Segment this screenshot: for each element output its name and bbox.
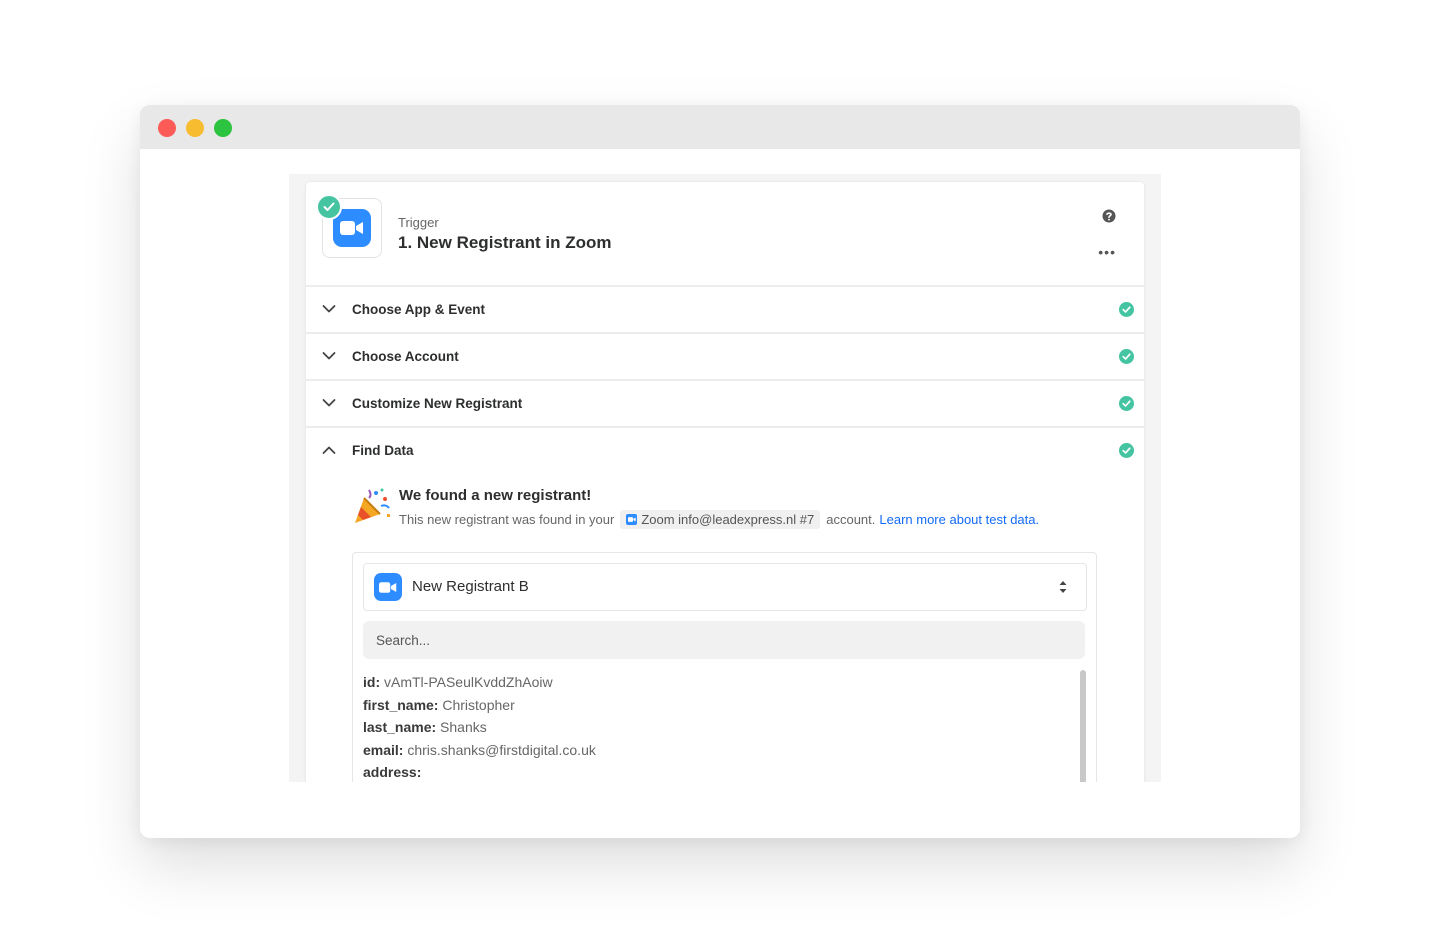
chevron-up-icon [322,446,336,454]
account-pill: Zoom info@leadexpress.nl #7 [620,510,821,529]
section-choose-account[interactable]: Choose Account [306,334,1144,381]
learn-more-link[interactable]: Learn more about test data. [879,512,1039,527]
section-complete-icon [1119,302,1134,317]
found-text-after: account. [826,512,876,527]
account-pill-label: Zoom info@leadexpress.nl #7 [641,512,815,527]
field-row: first_name: Christopher [363,696,515,713]
zoom-camera-icon [374,573,402,601]
close-window-button[interactable] [158,119,176,137]
minimize-window-button[interactable] [186,119,204,137]
test-data-panel: New Registrant B id: vAmTl-PASeulKvddZhA… [352,552,1097,782]
fields-scrollbar[interactable] [1080,670,1086,782]
section-complete-icon [1119,349,1134,364]
section-complete-icon [1119,443,1134,458]
record-fields: id: vAmTl-PASeulKvddZhAoiw first_name: C… [363,671,596,782]
chevron-down-icon [322,305,336,313]
step-complete-check-icon [316,194,342,220]
browser-window: Trigger 1. New Registrant in Zoom ••• Ch… [140,105,1300,838]
found-title: We found a new registrant! [399,487,592,504]
select-arrows-icon [1059,581,1067,593]
help-icon[interactable] [1102,209,1116,223]
chevron-down-icon [322,352,336,360]
step-title[interactable]: 1. New Registrant in Zoom [398,233,611,253]
record-selector[interactable]: New Registrant B [363,563,1087,611]
found-text-before: This new registrant was found in your [399,512,615,527]
zoom-window-button[interactable] [214,119,232,137]
step-type-label: Trigger [398,215,439,230]
section-label: Find Data [352,443,414,458]
section-customize-new-registrant[interactable]: Customize New Registrant [306,381,1144,428]
field-row: email: chris.shanks@firstdigital.co.uk [363,741,596,758]
more-options-icon[interactable]: ••• [1098,244,1116,260]
section-choose-app-event[interactable]: Choose App & Event [306,287,1144,334]
found-description: This new registrant was found in your Zo… [399,510,1039,529]
zap-editor-area: Trigger 1. New Registrant in Zoom ••• Ch… [289,174,1161,782]
section-find-data[interactable]: Find Data [306,428,1144,473]
selected-record-label: New Registrant B [412,578,529,595]
field-row: address: [363,764,422,780]
section-label: Choose App & Event [352,302,486,317]
party-popper-icon [355,488,390,523]
section-label: Customize New Registrant [352,396,523,411]
step-header[interactable]: Trigger 1. New Registrant in Zoom ••• [306,182,1144,287]
step-card: Trigger 1. New Registrant in Zoom ••• Ch… [306,182,1144,782]
chevron-down-icon [322,399,336,407]
field-row: last_name: Shanks [363,719,487,735]
zoom-camera-icon [626,514,638,525]
window-titlebar [140,105,1300,149]
section-label: Choose Account [352,349,459,364]
search-input[interactable] [363,621,1085,659]
field-row: id: vAmTl-PASeulKvddZhAoiw [363,674,553,690]
section-complete-icon [1119,396,1134,411]
